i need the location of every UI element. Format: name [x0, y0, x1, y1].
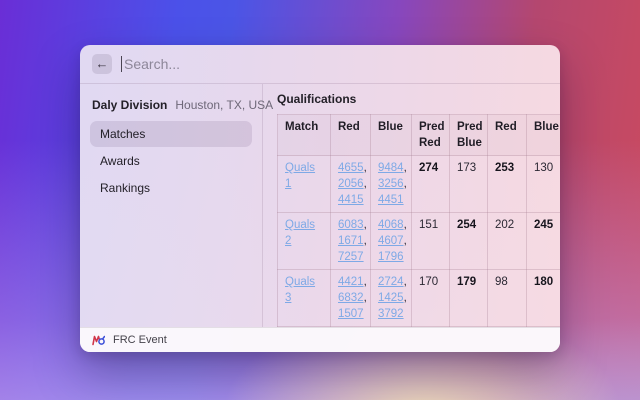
match-link[interactable]: Quals 2: [285, 219, 315, 247]
blue-score: 130: [527, 156, 561, 213]
team-link[interactable]: 2724: [378, 276, 404, 288]
col-header-blue-score: Blue: [527, 115, 561, 156]
sidebar-item-awards[interactable]: Awards: [90, 148, 252, 174]
blue-teams-cell: 4068, 4607, 1796: [371, 213, 412, 270]
team-link[interactable]: 1671: [338, 235, 364, 247]
match-row: Quals 3 4421, 6832, 1507 2724, 1425, 379…: [278, 270, 561, 327]
event-location: Houston, TX, USA: [175, 98, 273, 112]
content-panel: Qualifications Match Red Blue Pred Red P…: [263, 84, 560, 327]
sidebar-item-matches[interactable]: Matches: [90, 121, 252, 147]
pred-red-score: 170: [412, 270, 450, 327]
back-button[interactable]: ←: [92, 54, 112, 74]
pred-blue-score: 254: [450, 213, 488, 270]
pred-red-score: 274: [412, 156, 450, 213]
col-header-match: Match: [278, 115, 331, 156]
desktop-background: { "colors": { "link": "#7ea9e6", "select…: [0, 0, 640, 400]
team-link[interactable]: 4421: [338, 276, 364, 288]
team-link[interactable]: 4451: [378, 194, 404, 206]
app-window: ← Daly Division Houston, TX, USA Matches…: [80, 45, 560, 352]
event-header: Daly Division Houston, TX, USA: [90, 94, 252, 120]
team-link[interactable]: 9484: [378, 162, 404, 174]
team-link[interactable]: 2056: [338, 178, 364, 190]
footer-label: FRC Event: [113, 334, 167, 346]
team-link[interactable]: 3792: [378, 308, 404, 320]
text-caret: [121, 56, 122, 72]
team-link[interactable]: 1507: [338, 308, 364, 320]
team-link[interactable]: 4415: [338, 194, 364, 206]
search-bar: ←: [80, 45, 560, 84]
sidebar: Daly Division Houston, TX, USA Matches A…: [80, 84, 263, 327]
red-teams-cell: 6083, 1671, 7257: [331, 213, 371, 270]
team-link[interactable]: 4607: [378, 235, 404, 247]
pred-blue-score: 179: [450, 270, 488, 327]
red-score: 253: [488, 156, 527, 213]
match-row: Quals 2 6083, 1671, 7257 4068, 4607, 179…: [278, 213, 561, 270]
blue-teams-cell: 2724, 1425, 3792: [371, 270, 412, 327]
team-link[interactable]: 6832: [338, 292, 364, 304]
team-link[interactable]: 1425: [378, 292, 404, 304]
team-link[interactable]: 7257: [338, 251, 364, 263]
match-link[interactable]: Quals 1: [285, 162, 315, 190]
col-header-pred-red: Pred Red: [412, 115, 450, 156]
red-teams-cell: 4655, 2056, 4415: [331, 156, 371, 213]
matches-table: Match Red Blue Pred Red Pred Blue Red Bl…: [277, 114, 560, 327]
team-link[interactable]: 1796: [378, 251, 404, 263]
blue-score: 245: [527, 213, 561, 270]
team-link[interactable]: 4655: [338, 162, 364, 174]
arrow-left-icon: ←: [96, 54, 109, 74]
frc-logo-icon: [92, 335, 105, 346]
blue-score: 180: [527, 270, 561, 327]
sidebar-item-rankings[interactable]: Rankings: [90, 175, 252, 201]
blue-teams-cell: 9484, 3256, 4451: [371, 156, 412, 213]
col-header-blue-teams: Blue: [371, 115, 412, 156]
col-header-red-teams: Red: [331, 115, 371, 156]
team-link[interactable]: 3256: [378, 178, 404, 190]
col-header-pred-blue: Pred Blue: [450, 115, 488, 156]
pred-blue-score: 173: [450, 156, 488, 213]
matches-table-body: Quals 1 4655, 2056, 4415 9484, 3256, 445…: [278, 156, 561, 328]
red-score: 202: [488, 213, 527, 270]
search-input[interactable]: [124, 56, 548, 72]
event-name: Daly Division: [92, 98, 167, 112]
team-link[interactable]: 4068: [378, 219, 404, 231]
red-teams-cell: 4421, 6832, 1507: [331, 270, 371, 327]
table-header-row: Match Red Blue Pred Red Pred Blue Red Bl…: [278, 115, 561, 156]
match-row: Quals 1 4655, 2056, 4415 9484, 3256, 445…: [278, 156, 561, 213]
col-header-red-score: Red: [488, 115, 527, 156]
status-bar: FRC Event: [80, 327, 560, 352]
red-score: 98: [488, 270, 527, 327]
page-title: Qualifications: [277, 92, 560, 106]
match-link[interactable]: Quals 3: [285, 276, 315, 304]
team-link[interactable]: 6083: [338, 219, 364, 231]
pred-red-score: 151: [412, 213, 450, 270]
